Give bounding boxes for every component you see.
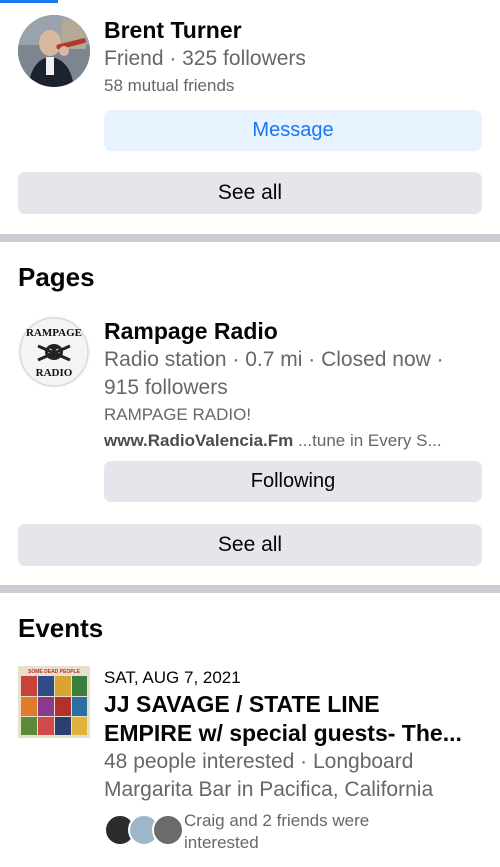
event-date: SAT, AUG 7, 2021 bbox=[104, 668, 241, 687]
section-divider bbox=[0, 234, 500, 242]
friend-avatar-stack bbox=[104, 814, 184, 846]
mutual-friends[interactable]: 58 mutual friends bbox=[104, 73, 482, 99]
page-desc-rest: ...tune in Every S... bbox=[293, 431, 442, 450]
friends-see-all-button[interactable]: See all bbox=[18, 172, 482, 214]
active-tab-indicator bbox=[0, 0, 58, 3]
interested-friends-text: Craig and 2 friends were interested bbox=[184, 810, 369, 854]
interested-friends-line1: Craig and 2 friends were bbox=[184, 811, 370, 830]
logo-text-bottom: RADIO bbox=[36, 367, 73, 379]
rampage-radio-logo[interactable]: RAMPAGE RADIO bbox=[18, 316, 90, 388]
event-title-line1[interactable]: JJ SAVAGE / STATE LINE bbox=[104, 690, 482, 719]
event-meta-line2: Margarita Bar in Pacifica, California bbox=[104, 778, 434, 801]
page-desc-line2: www.RadioValencia.Fm ...tune in Every S.… bbox=[104, 428, 482, 454]
page-meta-line2: 915 followers bbox=[104, 376, 228, 399]
page-name[interactable]: Rampage Radio bbox=[104, 316, 482, 346]
friend-name[interactable]: Brent Turner bbox=[104, 15, 482, 45]
event-meta-line1: 48 people interested · Longboard bbox=[104, 750, 414, 773]
pages-see-all-button[interactable]: See all bbox=[18, 524, 482, 566]
page-website-link[interactable]: www.RadioValencia.Fm bbox=[104, 431, 293, 450]
thumb-caption: SOME DEAD PEOPLE bbox=[28, 669, 81, 675]
page-desc-line1: RAMPAGE RADIO! bbox=[104, 405, 252, 424]
event-thumbnail[interactable]: SOME DEAD PEOPLE bbox=[18, 666, 90, 738]
logo-text-top: RAMPAGE bbox=[26, 327, 82, 339]
pages-section-title: Pages bbox=[18, 262, 95, 292]
friend-avatar[interactable] bbox=[18, 15, 90, 87]
page-meta-line1: Radio station · 0.7 mi · Closed now · bbox=[104, 348, 444, 371]
message-button[interactable]: Message bbox=[104, 110, 482, 151]
interested-friends[interactable]: Craig and 2 friends were interested bbox=[104, 810, 482, 854]
avatar bbox=[152, 814, 184, 846]
event-title-line2[interactable]: EMPIRE w/ special guests- The... bbox=[104, 719, 482, 748]
section-divider bbox=[0, 585, 500, 593]
events-section-title: Events bbox=[18, 613, 104, 643]
friend-meta: Friend · 325 followers bbox=[104, 47, 306, 70]
interested-friends-line2: interested bbox=[184, 833, 259, 852]
following-button[interactable]: Following bbox=[104, 461, 482, 502]
